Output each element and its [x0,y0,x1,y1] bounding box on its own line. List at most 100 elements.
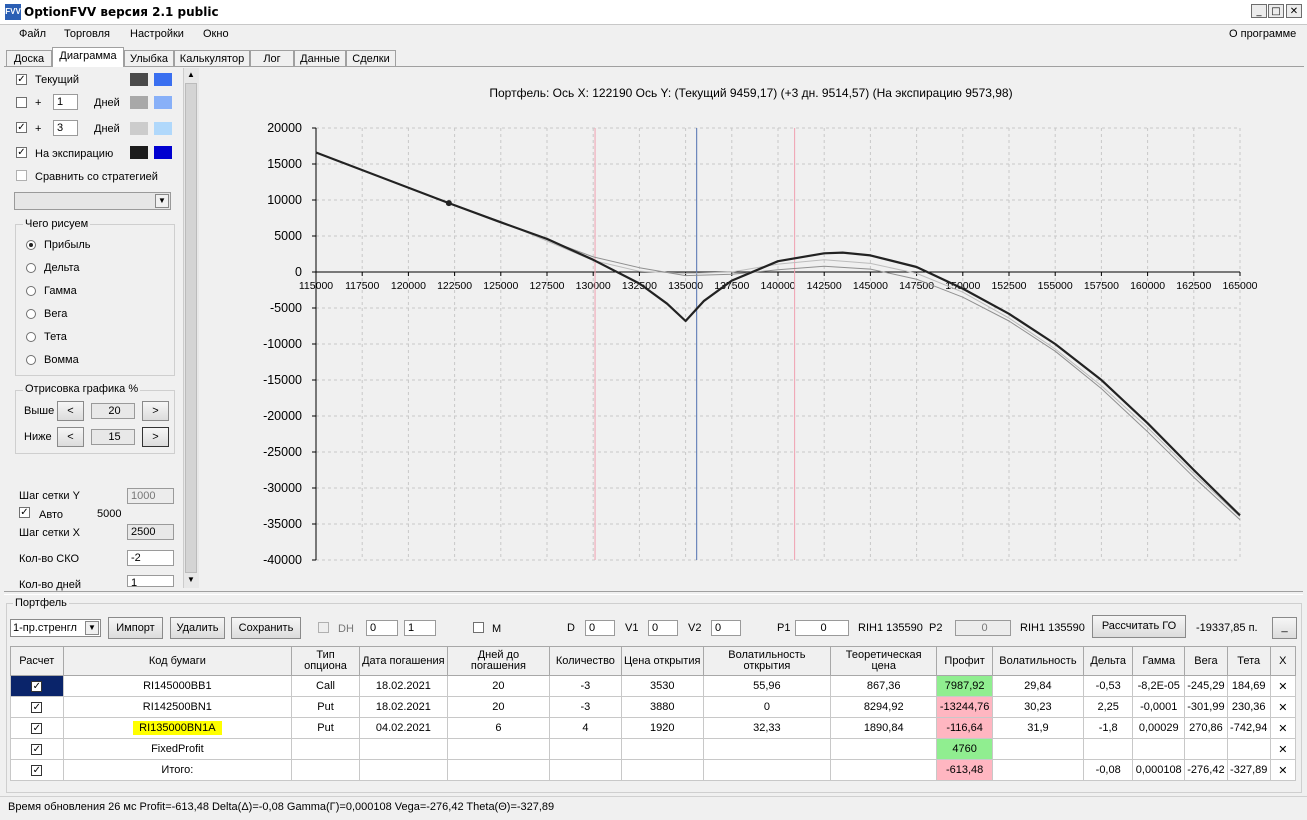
cell-date[interactable]: 18.02.2021 [358,696,448,718]
radio-profit[interactable] [26,240,36,250]
cell-profit[interactable]: -613,48 [936,759,993,781]
table-row[interactable]: ✓ RI142500BN1 Put 18.02.2021 20 -3 3880 … [10,696,1297,718]
left-panel-scrollbar[interactable]: ▲ ▼ [183,68,199,588]
col-vega[interactable]: Вега [1184,646,1228,676]
cell-theo[interactable]: 1890,84 [830,717,938,739]
chevron-down-icon[interactable]: ▼ [155,194,169,208]
remove-row-icon[interactable]: ✕ [1269,696,1297,718]
cell-vol[interactable] [991,759,1084,781]
grid-x-input[interactable]: 2500 [127,524,174,540]
cell-profit[interactable]: 7987,92 [936,675,993,697]
cell-vega[interactable]: -276,42 [1184,759,1228,781]
cell-days[interactable] [446,759,550,781]
remove-row-icon[interactable]: ✕ [1269,717,1297,739]
expiry-checkbox[interactable]: ✓ [16,147,27,158]
cell-delta[interactable]: -1,8 [1082,717,1134,739]
calc-checkbox-cell[interactable]: ✓ [10,738,64,760]
cell-vol-open[interactable]: 32,33 [702,717,832,739]
plus3-color-blue[interactable] [154,122,172,135]
dh-checkbox[interactable] [318,622,329,633]
p1-input[interactable]: 0 [795,620,849,636]
col-days[interactable]: Дней до погашения [446,646,550,676]
cell-vol[interactable]: 29,84 [991,675,1084,697]
menu-trading[interactable]: Торговля [64,28,110,40]
cell-vol-open[interactable]: 55,96 [702,675,832,697]
compare-checkbox[interactable] [16,170,27,181]
plus1-color-blue[interactable] [154,96,172,109]
expiry-color-black[interactable] [130,146,148,159]
cell-type[interactable]: Put [291,717,360,739]
remove-row-icon[interactable]: ✕ [1269,759,1297,781]
radio-vomma[interactable] [26,355,36,365]
col-qty[interactable]: Количество [548,646,622,676]
cell-vol[interactable] [991,738,1084,760]
scroll-up-icon[interactable]: ▲ [184,68,198,82]
radio-theta[interactable] [26,332,36,342]
cell-code[interactable]: RI135000BN1A [62,717,293,739]
plus3-checkbox[interactable]: ✓ [16,122,27,133]
cell-gamma[interactable]: -8,2E-05 [1132,675,1186,697]
radio-gamma[interactable] [26,286,36,296]
cell-profit[interactable]: 4760 [936,738,993,760]
sko-input[interactable]: -2 [127,550,174,566]
cell-price[interactable]: 3530 [620,675,704,697]
col-theo[interactable]: Теоретическая цена [830,646,938,676]
cell-qty[interactable]: -3 [548,675,622,697]
cell-theta[interactable]: 184,69 [1226,675,1271,697]
cell-delta[interactable]: 2,25 [1082,696,1134,718]
cell-type[interactable] [291,759,360,781]
cell-price[interactable] [620,759,704,781]
cell-delta[interactable]: -0,08 [1082,759,1134,781]
cell-type[interactable] [291,738,360,760]
dh-spin2[interactable]: 1 [404,620,436,636]
table-row[interactable]: ✓ Итого: -613,48 -0,08 0,000108 -276,42 … [10,759,1297,781]
menu-settings[interactable]: Настройки [130,28,184,40]
calc-go-button[interactable]: Рассчитать ГО [1092,615,1186,638]
calc-checkbox-cell[interactable]: ✓ [10,759,64,781]
col-price[interactable]: Цена открытия [620,646,704,676]
delete-button[interactable]: Удалить [170,617,225,639]
current-color-blue[interactable] [154,73,172,86]
calc-checkbox[interactable]: ✓ [31,723,43,734]
cell-price[interactable]: 1920 [620,717,704,739]
maximize-button[interactable]: □ [1268,4,1284,18]
cell-vol[interactable]: 31,9 [991,717,1084,739]
cell-days[interactable]: 20 [446,696,550,718]
menu-file[interactable]: Файл [19,28,46,40]
import-button[interactable]: Импорт [108,617,163,639]
d-input[interactable]: 0 [585,620,615,636]
col-date[interactable]: Дата погашения [358,646,448,676]
cell-vega[interactable]: -301,99 [1184,696,1228,718]
cell-days[interactable] [446,738,550,760]
cell-gamma[interactable]: -0,0001 [1132,696,1186,718]
cell-theta[interactable]: -327,89 [1226,759,1271,781]
expiry-color-blue[interactable] [154,146,172,159]
cell-profit[interactable]: -13244,76 [936,696,993,718]
v1-input[interactable]: 0 [648,620,678,636]
cell-qty[interactable]: -3 [548,696,622,718]
remove-row-icon[interactable]: ✕ [1269,675,1297,697]
cell-vega[interactable]: 270,86 [1184,717,1228,739]
tab-diagram[interactable]: Диаграмма [52,47,124,67]
cell-vol-open[interactable] [702,738,832,760]
cell-qty[interactable]: 4 [548,717,622,739]
menu-about[interactable]: О программе [1229,28,1296,40]
tab-deals[interactable]: Сделки [346,50,396,66]
cell-type[interactable]: Call [291,675,360,697]
cell-theo[interactable] [830,759,938,781]
cell-profit[interactable]: -116,64 [936,717,993,739]
cell-gamma[interactable] [1132,738,1186,760]
tab-data[interactable]: Данные [294,50,346,66]
col-vol-open[interactable]: Волатильность открытия [702,646,832,676]
cell-delta[interactable] [1082,738,1134,760]
cell-gamma[interactable]: 0,000108 [1132,759,1186,781]
calc-checkbox[interactable]: ✓ [31,744,43,755]
col-vol[interactable]: Волатильность [991,646,1084,676]
m-checkbox[interactable] [473,622,484,633]
cell-code[interactable]: RI142500BN1 [62,696,293,718]
current-checkbox[interactable]: ✓ [16,74,27,85]
calc-checkbox-cell[interactable]: ✓ [10,696,64,718]
tab-board[interactable]: Доска [6,50,52,66]
table-row[interactable]: ✓ RI135000BN1A Put 04.02.2021 6 4 1920 3… [10,717,1297,739]
cell-vol-open[interactable] [702,759,832,781]
